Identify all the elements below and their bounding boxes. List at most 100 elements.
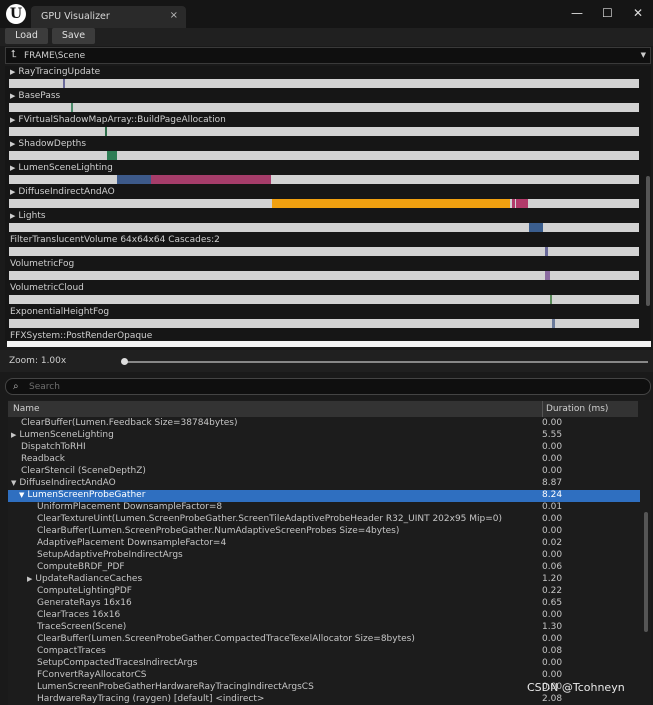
- visualizer-row-label[interactable]: ▶ BasePass: [10, 91, 60, 101]
- tree-scrollbar[interactable]: [644, 512, 648, 632]
- timeline-segment[interactable]: [151, 175, 272, 184]
- expand-arrow-icon[interactable]: ▶: [10, 188, 15, 196]
- timeline-horizontal-scrollbar[interactable]: [7, 341, 651, 347]
- timeline-segment[interactable]: [545, 271, 550, 280]
- tree-row[interactable]: TraceScreen(Scene) 1.30: [8, 622, 640, 634]
- timeline-segment[interactable]: [116, 175, 152, 184]
- tree-row[interactable]: ClearBuffer(Lumen.ScreenProbeGather.NumA…: [8, 526, 640, 538]
- timeline-bar[interactable]: [9, 151, 639, 160]
- maximize-icon[interactable]: ☐: [602, 6, 613, 20]
- timeline-segment[interactable]: [272, 199, 510, 208]
- tree-row[interactable]: ClearTextureUint(Lumen.ScreenProbeGather…: [8, 514, 640, 526]
- timeline-segment[interactable]: [70, 103, 73, 112]
- timeline-segment[interactable]: [511, 199, 515, 208]
- collapse-arrow-icon[interactable]: ▼: [19, 491, 24, 499]
- tree-row[interactable]: SetupAdaptiveProbeIndirectArgs 0.00: [8, 550, 640, 562]
- visualizer-row-label[interactable]: ▶ LumenSceneLighting: [10, 163, 113, 173]
- column-header-name[interactable]: Name: [13, 404, 40, 414]
- expand-arrow-icon[interactable]: ▶: [10, 92, 15, 100]
- timeline-bar[interactable]: [9, 271, 639, 280]
- tab-close-icon[interactable]: ×: [170, 10, 178, 21]
- expand-arrow-icon[interactable]: ▶: [10, 116, 15, 124]
- tree-row[interactable]: Readback 0.00: [8, 454, 640, 466]
- visualizer-row[interactable]: ExponentialHeightFog: [5, 307, 651, 331]
- visualizer-row-label[interactable]: ▶ FVirtualShadowMapArray::BuildPageAlloca…: [10, 115, 226, 125]
- timeline-segment[interactable]: [104, 127, 108, 136]
- tree-row[interactable]: SetupCompactedTracesIndirectArgs 0.00: [8, 658, 640, 670]
- timeline-segment[interactable]: [550, 295, 553, 304]
- up-level-icon[interactable]: ⮤: [11, 49, 17, 60]
- expand-arrow-icon[interactable]: ▶: [10, 68, 15, 76]
- visualizer-row-label[interactable]: ▶ DiffuseIndirectAndAO: [10, 187, 115, 197]
- timeline-bar[interactable]: [9, 319, 639, 328]
- expand-arrow-icon[interactable]: ▶: [11, 431, 16, 439]
- visualizer-row[interactable]: ▶ LumenSceneLighting: [5, 163, 651, 187]
- column-header-duration[interactable]: Duration (ms): [546, 404, 608, 414]
- tree-row[interactable]: ▼ LumenScreenProbeGather 8.24: [8, 490, 640, 502]
- timeline-segment[interactable]: [63, 79, 66, 88]
- tree-row[interactable]: ComputeBRDF_PDF 0.06: [8, 562, 640, 574]
- tree-row-label: UniformPlacement DownsampleFactor=8: [37, 502, 223, 512]
- breadcrumb-dropdown[interactable]: ⮤ FRAME\Scene ▼: [5, 47, 651, 64]
- gpu-timeline-visualizer[interactable]: ▶ RayTracingUpdate ▶ BasePass ▶ FVirtualShado…: [5, 66, 651, 343]
- timeline-bar[interactable]: [9, 295, 639, 304]
- visualizer-row[interactable]: VolumetricCloud: [5, 283, 651, 307]
- visualizer-row[interactable]: ▶ Lights: [5, 211, 651, 235]
- visualizer-row[interactable]: ▶ FVirtualShadowMapArray::BuildPageAlloca…: [5, 115, 651, 139]
- expand-arrow-icon[interactable]: ▶: [10, 164, 15, 172]
- column-divider[interactable]: [542, 401, 543, 417]
- tree-row[interactable]: HardwareRayTracing (raygen) [default] <i…: [8, 694, 640, 705]
- visualizer-row-label[interactable]: ▶ ShadowDepths: [10, 139, 86, 149]
- search-box[interactable]: ⌕ Search: [5, 378, 651, 395]
- tree-row[interactable]: AdaptivePlacement DownsampleFactor=4 0.02: [8, 538, 640, 550]
- timeline-bar[interactable]: [9, 223, 639, 232]
- tree-row[interactable]: ▼ DiffuseIndirectAndAO 8.87: [8, 478, 640, 490]
- timeline-segment[interactable]: [552, 319, 555, 328]
- zoom-slider-handle[interactable]: [121, 358, 128, 365]
- timeline-bar[interactable]: [9, 247, 639, 256]
- tree-row[interactable]: ▶ UpdateRadianceCaches 1.20: [8, 574, 640, 586]
- timeline-segment[interactable]: [516, 199, 529, 208]
- chevron-down-icon[interactable]: ▼: [641, 51, 646, 59]
- timeline-segment[interactable]: [106, 151, 117, 160]
- tree-row[interactable]: ClearBuffer(Lumen.ScreenProbeGather.Comp…: [8, 634, 640, 646]
- save-button[interactable]: Save: [52, 28, 95, 44]
- timeline-bar[interactable]: [9, 199, 639, 208]
- tree-row[interactable]: DispatchToRHI 0.00: [8, 442, 640, 454]
- tree-row[interactable]: ▶ LumenSceneLighting 5.55: [8, 430, 640, 442]
- expand-arrow-icon[interactable]: ▶: [10, 212, 15, 220]
- timeline-segment[interactable]: [528, 223, 544, 232]
- minimize-icon[interactable]: —: [571, 6, 583, 20]
- visualizer-row[interactable]: ▶ ShadowDepths: [5, 139, 651, 163]
- search-input[interactable]: Search: [29, 382, 60, 392]
- tree-row[interactable]: ClearBuffer(Lumen.Feedback Size=38784byt…: [8, 418, 640, 430]
- expand-arrow-icon[interactable]: ▶: [27, 575, 32, 583]
- visualizer-row[interactable]: VolumetricFog: [5, 259, 651, 283]
- tree-row[interactable]: CompactTraces 0.08: [8, 646, 640, 658]
- timeline-segment[interactable]: [545, 247, 548, 256]
- visualizer-row[interactable]: FilterTranslucentVolume 64x64x64 Cascade…: [5, 235, 651, 259]
- timeline-bar[interactable]: [9, 103, 639, 112]
- timeline-bar[interactable]: [9, 79, 639, 88]
- tree-row[interactable]: UniformPlacement DownsampleFactor=8 0.01: [8, 502, 640, 514]
- collapse-arrow-icon[interactable]: ▼: [11, 479, 16, 487]
- load-button[interactable]: Load: [5, 28, 48, 44]
- timeline-bar[interactable]: [9, 127, 639, 136]
- tab-gpu-visualizer[interactable]: GPU Visualizer ×: [31, 6, 186, 28]
- visualizer-row[interactable]: ▶ RayTracingUpdate: [5, 67, 651, 91]
- event-tree-view[interactable]: Name Duration (ms) ClearBuffer(Lumen.Fee…: [8, 400, 651, 705]
- tree-row-name: ▼ DiffuseIndirectAndAO: [11, 478, 116, 488]
- expand-arrow-icon[interactable]: ▶: [10, 140, 15, 148]
- tree-row[interactable]: ClearTraces 16x16 0.00: [8, 610, 640, 622]
- zoom-slider-track[interactable]: [124, 361, 648, 363]
- tab-title: GPU Visualizer: [41, 11, 110, 22]
- timeline-bar[interactable]: [9, 175, 639, 184]
- visualizer-row-label[interactable]: ▶ Lights: [10, 211, 46, 221]
- window-close-icon[interactable]: ✕: [633, 6, 643, 20]
- tree-row[interactable]: GenerateRays 16x16 0.65: [8, 598, 640, 610]
- visualizer-row-label[interactable]: ▶ RayTracingUpdate: [10, 67, 100, 77]
- tree-row[interactable]: ComputeLightingPDF 0.22: [8, 586, 640, 598]
- tree-row[interactable]: ClearStencil (SceneDepthZ) 0.00: [8, 466, 640, 478]
- visualizer-row[interactable]: ▶ BasePass: [5, 91, 651, 115]
- visualizer-row[interactable]: ▶ DiffuseIndirectAndAO: [5, 187, 651, 211]
